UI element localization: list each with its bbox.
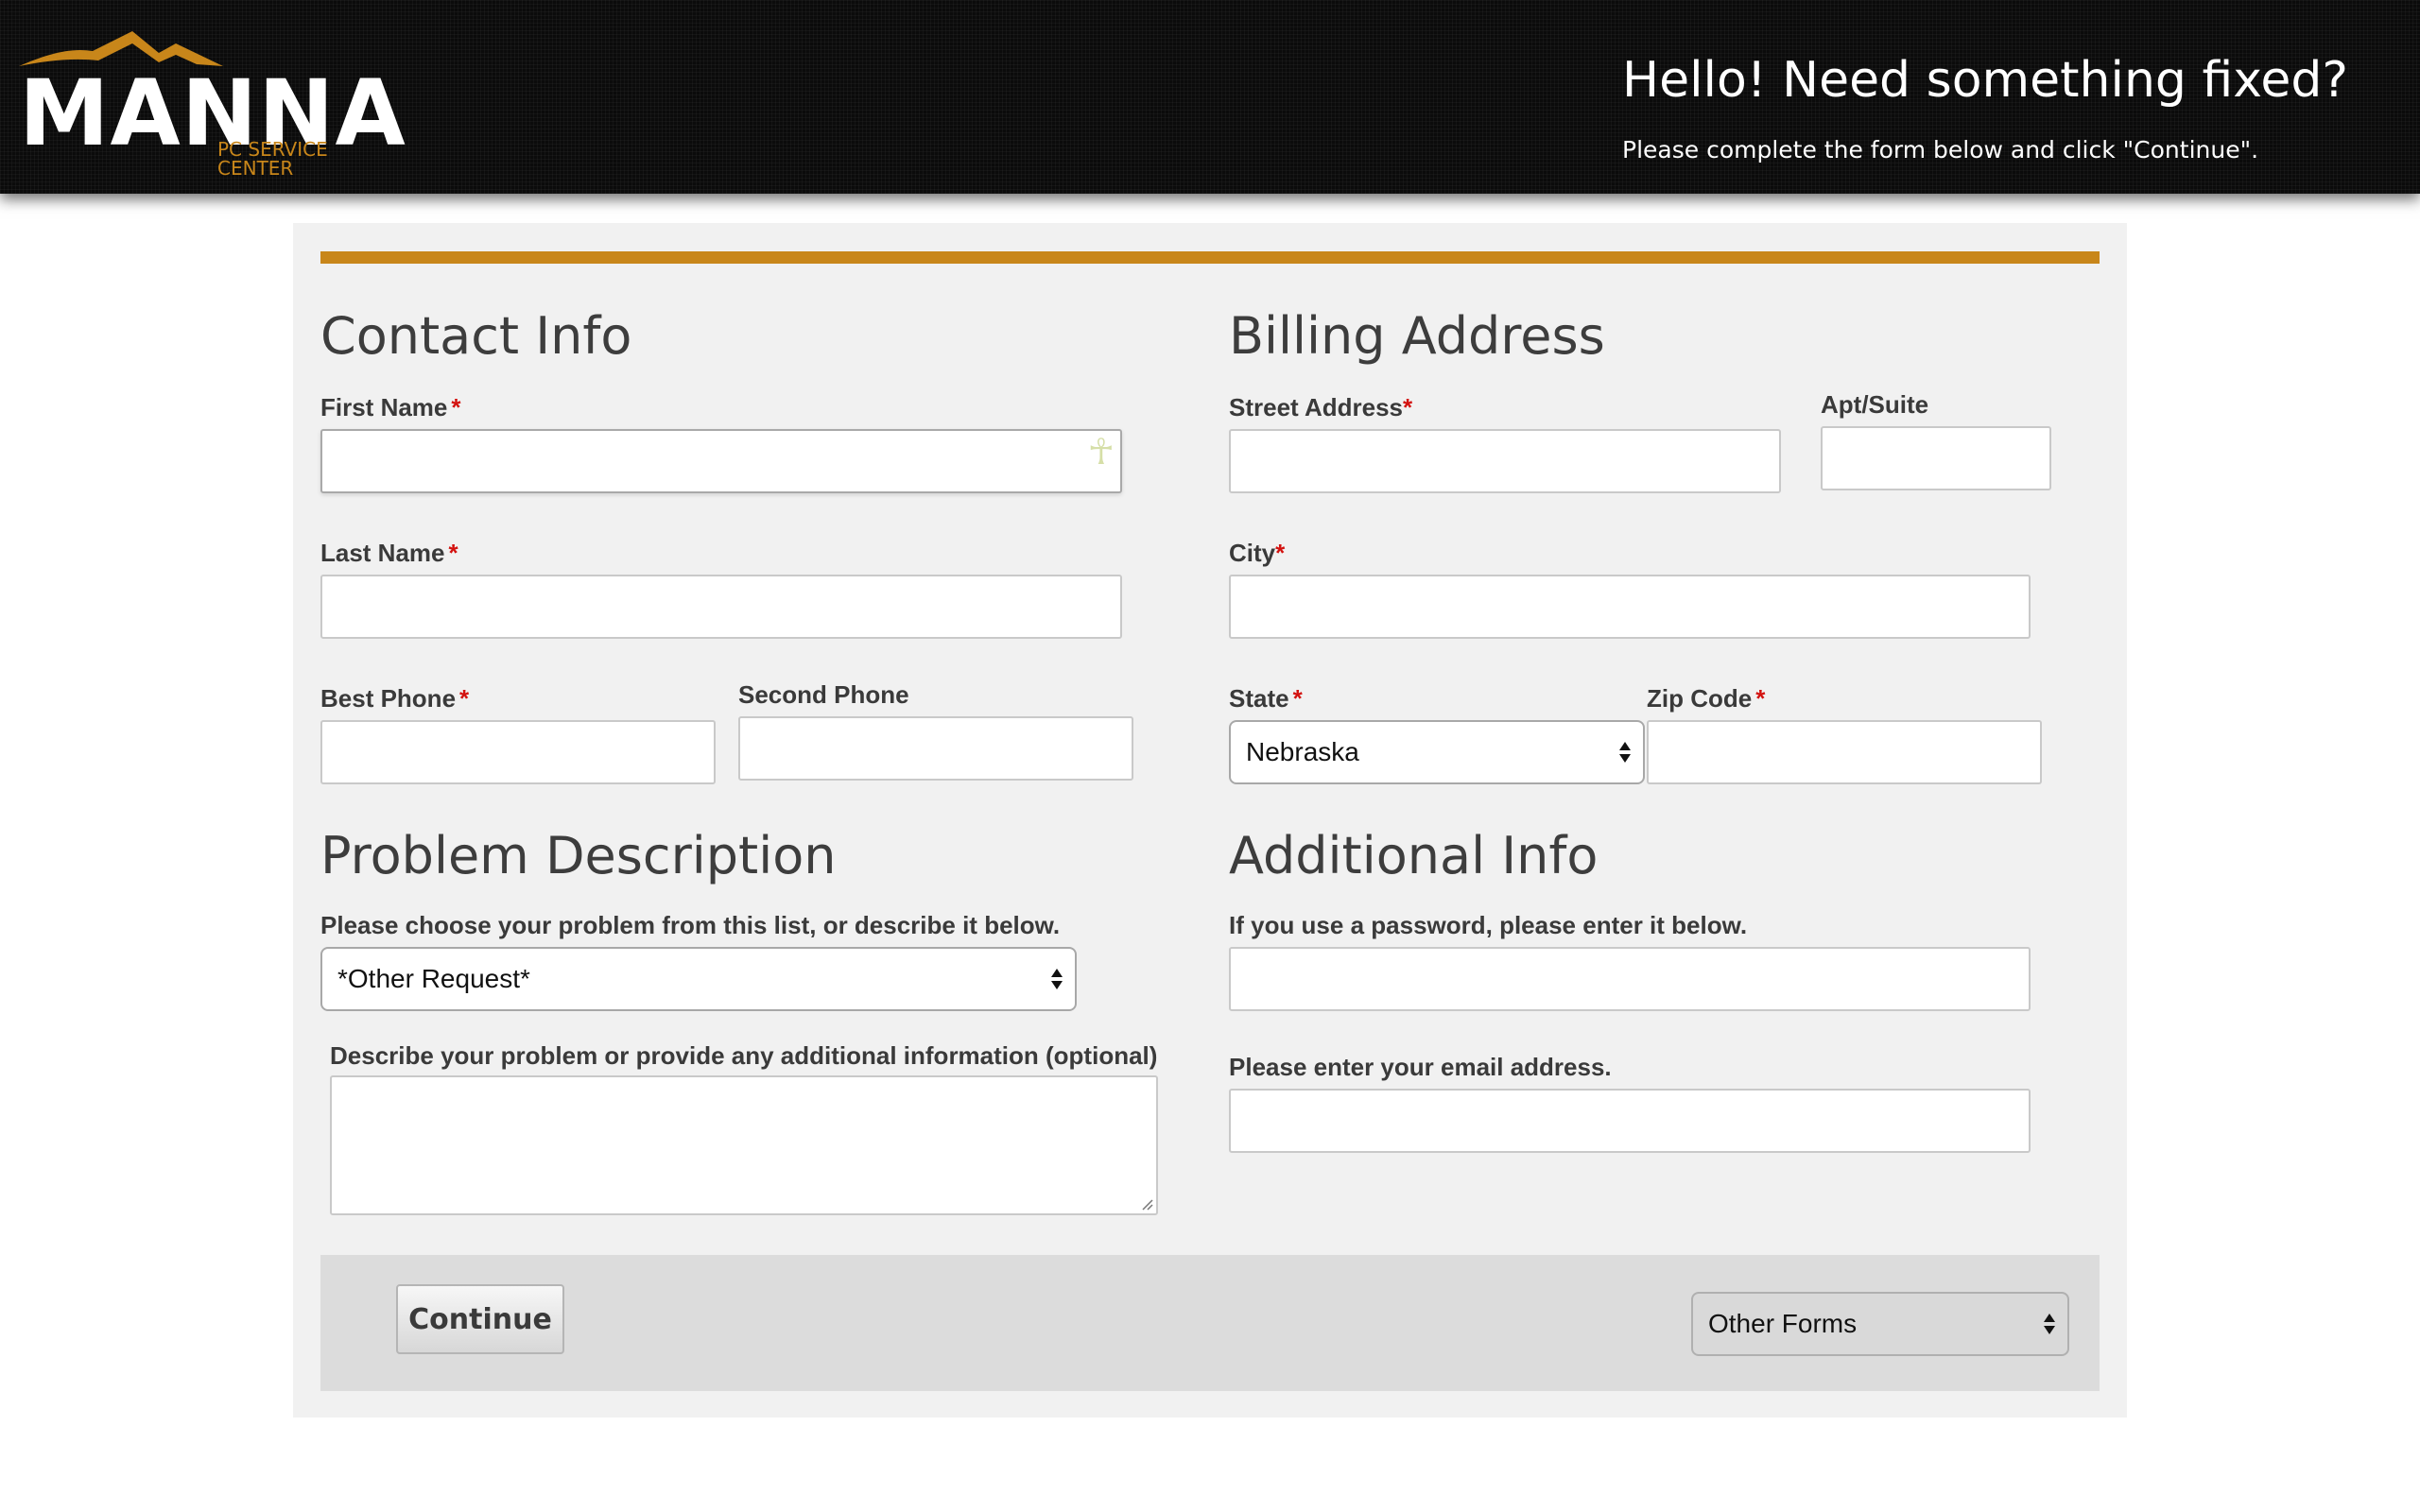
last-name-label: Last Name * (320, 539, 458, 567)
first-name-input[interactable]: ☥ (320, 429, 1122, 493)
second-phone-input[interactable] (738, 716, 1133, 781)
street-address-input[interactable] (1229, 429, 1781, 493)
city-input[interactable] (1229, 575, 2031, 639)
accent-divider (320, 251, 2100, 264)
service-form-panel: Contact Info First Name * ☥ Last Name * Be… (293, 223, 2127, 1418)
street-address-label: Street Address* (1229, 393, 1413, 421)
best-phone-input[interactable] (320, 720, 716, 784)
contact-info-heading: Contact Info (320, 306, 632, 366)
problem-description-heading: Problem Description (320, 826, 837, 885)
password-label: If you use a password, please enter it b… (1229, 911, 1748, 939)
additional-info-heading: Additional Info (1229, 826, 1599, 885)
apt-suite-label: Apt/Suite (1821, 390, 1929, 419)
header-instruction: Please complete the form below and click… (1622, 136, 2259, 163)
state-select[interactable]: Nebraska (1229, 720, 1645, 784)
required-asterisk: * (1275, 539, 1286, 567)
first-name-label: First Name * (320, 393, 461, 421)
ankh-icon: ☥ (1087, 431, 1115, 472)
state-label: State * (1229, 684, 1303, 713)
problem-choose-label: Please choose your problem from this lis… (320, 911, 1061, 939)
other-forms-value: Other Forms (1708, 1309, 1858, 1338)
required-asterisk: * (1292, 684, 1303, 713)
problem-description-textarea[interactable] (330, 1075, 1158, 1215)
required-asterisk: * (448, 539, 458, 567)
second-phone-label: Second Phone (738, 680, 909, 709)
state-select-value: Nebraska (1246, 737, 1359, 766)
site-header: MANNA PC SERVICE CENTER Hello! Need some… (0, 0, 2420, 194)
city-label: City* (1229, 539, 1286, 567)
problem-select-value: *Other Request* (337, 964, 530, 993)
problem-select[interactable]: *Other Request* (320, 947, 1077, 1011)
password-input[interactable] (1229, 947, 2031, 1011)
manna-logo[interactable]: MANNA PC SERVICE CENTER (17, 26, 406, 178)
header-greeting: Hello! Need something fixed? (1622, 52, 2348, 109)
apt-suite-input[interactable] (1821, 426, 2051, 490)
form-footer: Continue Other Forms (320, 1255, 2100, 1391)
logo-subtitle: PC SERVICE CENTER (217, 138, 328, 180)
required-asterisk: * (451, 393, 461, 421)
required-asterisk: * (1755, 684, 1766, 713)
email-input[interactable] (1229, 1089, 2031, 1153)
email-label: Please enter your email address. (1229, 1053, 1612, 1081)
other-forms-select[interactable]: Other Forms (1691, 1292, 2069, 1356)
continue-button[interactable]: Continue (396, 1284, 564, 1354)
required-asterisk: * (1403, 393, 1413, 421)
zip-code-label: Zip Code * (1647, 684, 1766, 713)
required-asterisk: * (459, 684, 470, 713)
select-arrows-icon (1619, 742, 1631, 763)
best-phone-label: Best Phone * (320, 684, 470, 713)
zip-code-input[interactable] (1647, 720, 2042, 784)
billing-address-heading: Billing Address (1229, 306, 1605, 366)
resize-grip-icon[interactable] (1140, 1197, 1153, 1211)
problem-describe-label: Describe your problem or provide any add… (330, 1041, 1158, 1070)
select-arrows-icon (1051, 969, 1063, 989)
last-name-input[interactable] (320, 575, 1122, 639)
select-arrows-icon (2044, 1314, 2055, 1334)
